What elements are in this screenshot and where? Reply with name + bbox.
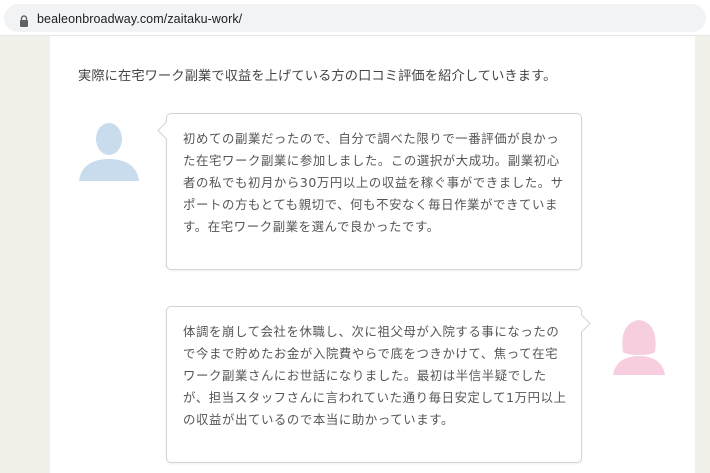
male-avatar-icon [79, 123, 139, 181]
article-content: 実際に在宅ワーク副業で収益を上げている方の口コミ評価を紹介していきます。 初めて… [50, 36, 695, 473]
review-text-2: 体調を崩して会社を休職し、次に祖父母が入院する事になったので今まで貯めたお金が入… [183, 324, 567, 427]
lock-icon[interactable] [19, 15, 29, 27]
review-bubble-2: 体調を崩して会社を休職し、次に祖父母が入院する事になったので今まで貯めたお金が入… [166, 306, 582, 463]
review-text-1: 初めての副業だったので、自分で調べた限りで一番評価が良かった在宅ワーク副業に参加… [183, 131, 564, 234]
url-field[interactable]: bealeonbroadway.com/zaitaku-work/ [4, 4, 706, 32]
browser-address-bar[interactable]: bealeonbroadway.com/zaitaku-work/ [0, 0, 710, 36]
review-bubble-1: 初めての副業だったので、自分で調べた限りで一番評価が良かった在宅ワーク副業に参加… [166, 113, 582, 270]
intro-text: 実際に在宅ワーク副業で収益を上げている方の口コミ評価を紹介していきます。 [78, 69, 557, 84]
url-text[interactable]: bealeonbroadway.com/zaitaku-work/ [37, 12, 242, 26]
female-avatar-icon [613, 320, 665, 375]
